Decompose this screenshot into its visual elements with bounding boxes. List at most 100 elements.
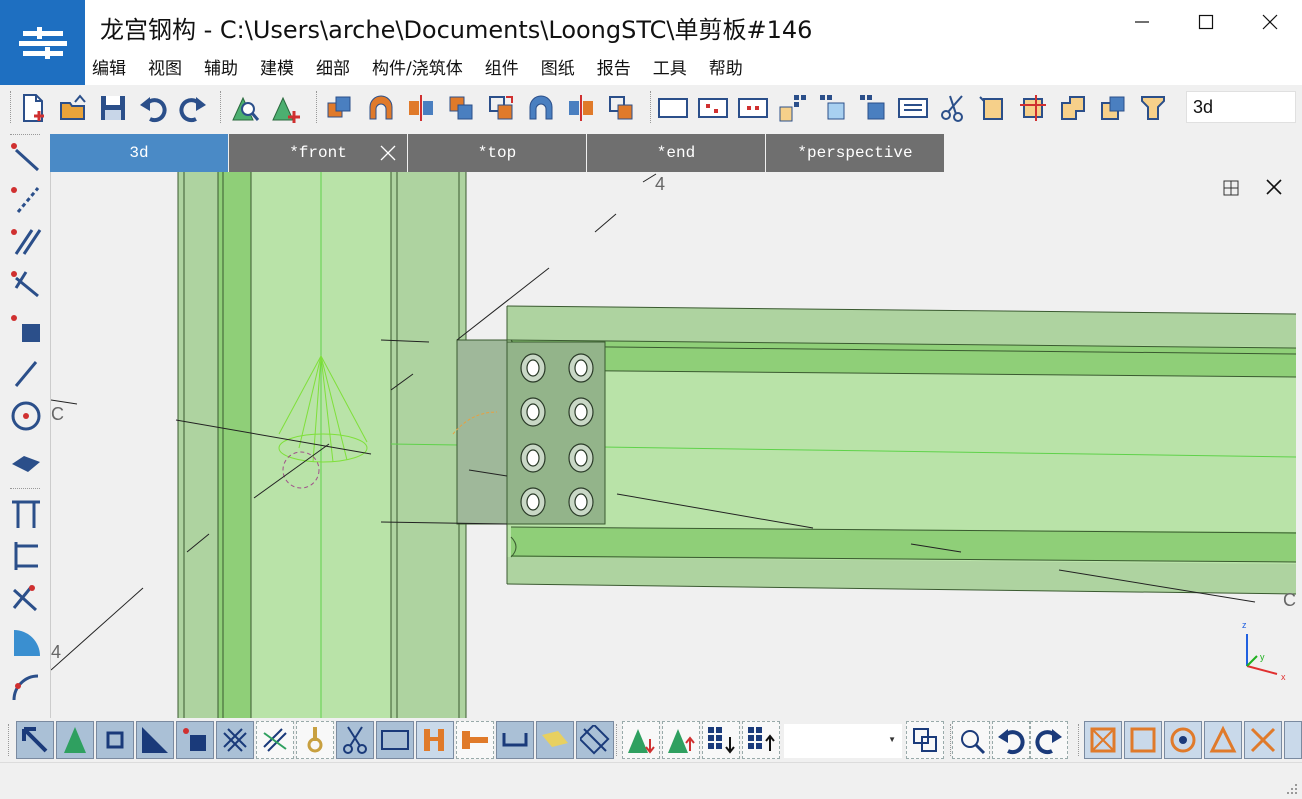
open-model-icon[interactable] [56, 91, 90, 125]
select-welds-icon[interactable] [256, 721, 294, 759]
create-portal-frame-icon[interactable] [8, 496, 44, 532]
menu-assist[interactable]: 辅助 [204, 54, 238, 79]
select-bolts-icon[interactable] [416, 721, 454, 759]
create-plate-icon[interactable] [8, 442, 44, 478]
snap-perpendicular-icon[interactable] [1284, 721, 1302, 759]
view-frame-icon[interactable] [656, 91, 690, 125]
select-cuts-icon[interactable] [296, 721, 334, 759]
create-beam-icon[interactable] [8, 140, 44, 176]
tab-end[interactable]: *end [587, 134, 765, 172]
create-line-icon[interactable] [8, 356, 44, 392]
resize-grip-icon[interactable] [1286, 783, 1298, 795]
menu-edit[interactable]: 编辑 [92, 54, 126, 79]
create-bracing-icon[interactable] [8, 580, 44, 616]
polygon-cut-icon[interactable] [1056, 91, 1090, 125]
selection-filter-dropdown[interactable]: ▼ [784, 724, 902, 758]
grid-label-top: 4 [655, 174, 666, 194]
menu-detailing[interactable]: 细部 [316, 54, 350, 79]
menu-help[interactable]: 帮助 [709, 54, 743, 79]
status-bar [0, 762, 1302, 799]
line-cut-icon[interactable] [1016, 91, 1050, 125]
model-viewport[interactable]: 4 C 4 C z y x [50, 172, 1296, 718]
menu-reports[interactable]: 报告 [597, 54, 631, 79]
create-column-icon[interactable] [8, 266, 44, 302]
create-object-icon[interactable] [268, 91, 302, 125]
close-tab-icon[interactable] [379, 144, 397, 162]
redo-icon[interactable] [176, 91, 210, 125]
select-reinforcing-bars-icon[interactable] [496, 721, 534, 759]
model-scene [51, 172, 1296, 718]
new-model-icon[interactable] [16, 91, 50, 125]
tab-label: 3d [129, 144, 149, 162]
create-channel-icon[interactable] [8, 538, 44, 574]
move-object-icon[interactable] [444, 91, 478, 125]
move-linear-icon[interactable] [564, 91, 598, 125]
select-assembly-up-icon[interactable] [662, 721, 700, 759]
copy-object-icon[interactable] [322, 91, 356, 125]
zoom-selected-icon[interactable] [952, 721, 990, 759]
select-all-icon[interactable] [16, 721, 54, 759]
menu-drawings[interactable]: 图纸 [541, 54, 575, 79]
select-components-icon[interactable] [776, 91, 810, 125]
rotate-object-icon[interactable] [604, 91, 638, 125]
menu-view[interactable]: 视图 [148, 54, 182, 79]
select-switch-icon[interactable] [906, 721, 944, 759]
create-twin-profile-icon[interactable] [8, 224, 44, 260]
menu-bar: 编辑 视图 辅助 建模 细部 构件/浇筑体 组件 图纸 报告 工具 帮助 [85, 48, 1302, 85]
close-window-button[interactable] [1250, 6, 1290, 38]
properties-list-icon[interactable] [896, 91, 930, 125]
select-parts-icon[interactable] [56, 721, 94, 759]
view-parts-icon[interactable] [696, 91, 730, 125]
menu-modeling[interactable]: 建模 [260, 54, 294, 79]
snap-intersection-icon[interactable] [1244, 721, 1282, 759]
menu-tools[interactable]: 工具 [653, 54, 687, 79]
save-icon[interactable] [96, 91, 130, 125]
view-name-field[interactable]: 3d [1186, 91, 1296, 123]
select-in-component-icon[interactable] [816, 91, 850, 125]
tab-perspective[interactable]: *perspective [766, 134, 944, 172]
undo-icon[interactable] [136, 91, 170, 125]
copy-mirror-icon[interactable] [364, 91, 398, 125]
create-bent-plate-icon[interactable] [8, 624, 44, 660]
select-cut-objects-icon[interactable] [336, 721, 374, 759]
create-circle-icon[interactable] [8, 398, 44, 434]
select-surface-treatment-icon[interactable] [536, 721, 574, 759]
snap-geometry-icon[interactable] [1124, 721, 1162, 759]
minimize-button[interactable] [1122, 6, 1162, 38]
chamfer-icon[interactable] [1136, 91, 1170, 125]
fit-part-icon[interactable] [976, 91, 1010, 125]
undo-selection-icon[interactable] [992, 721, 1030, 759]
menu-components[interactable]: 组件 [485, 54, 519, 79]
select-component-down-icon[interactable] [702, 721, 740, 759]
tab-front[interactable]: *front [229, 134, 407, 172]
select-grid-icon[interactable] [176, 721, 214, 759]
inquire-object-icon[interactable] [228, 91, 262, 125]
select-assembly-icon[interactable] [856, 91, 890, 125]
move-mirror-icon[interactable] [524, 91, 558, 125]
loongstc-logo-icon[interactable] [0, 0, 85, 85]
menu-parts-pours[interactable]: 构件/浇筑体 [372, 54, 463, 79]
maximize-button[interactable] [1186, 6, 1226, 38]
select-views-icon[interactable] [376, 721, 414, 759]
copy-linear-icon[interactable] [404, 91, 438, 125]
select-assembly-down-icon[interactable] [622, 721, 660, 759]
snap-reference-lines-icon[interactable] [1084, 721, 1122, 759]
select-component-up-icon[interactable] [742, 721, 780, 759]
select-single-bolts-icon[interactable] [456, 721, 494, 759]
select-surfaces-icon[interactable] [136, 721, 174, 759]
select-construction-objects-icon[interactable] [576, 721, 614, 759]
cut-scissors-icon[interactable] [936, 91, 970, 125]
move-special-icon[interactable] [484, 91, 518, 125]
select-gridlines-icon[interactable] [216, 721, 254, 759]
redo-selection-icon[interactable] [1030, 721, 1068, 759]
snap-midpoint-icon[interactable] [1204, 721, 1242, 759]
select-points-icon[interactable] [96, 721, 134, 759]
snap-center-icon[interactable] [1164, 721, 1202, 759]
create-curved-beam-icon[interactable] [8, 668, 44, 704]
create-pad-footing-icon[interactable] [8, 310, 44, 346]
view-points-icon[interactable] [736, 91, 770, 125]
create-polybeam-icon[interactable] [8, 182, 44, 218]
tab-3d[interactable]: 3d [50, 134, 228, 172]
part-cut-icon[interactable] [1096, 91, 1130, 125]
tab-top[interactable]: *top [408, 134, 586, 172]
